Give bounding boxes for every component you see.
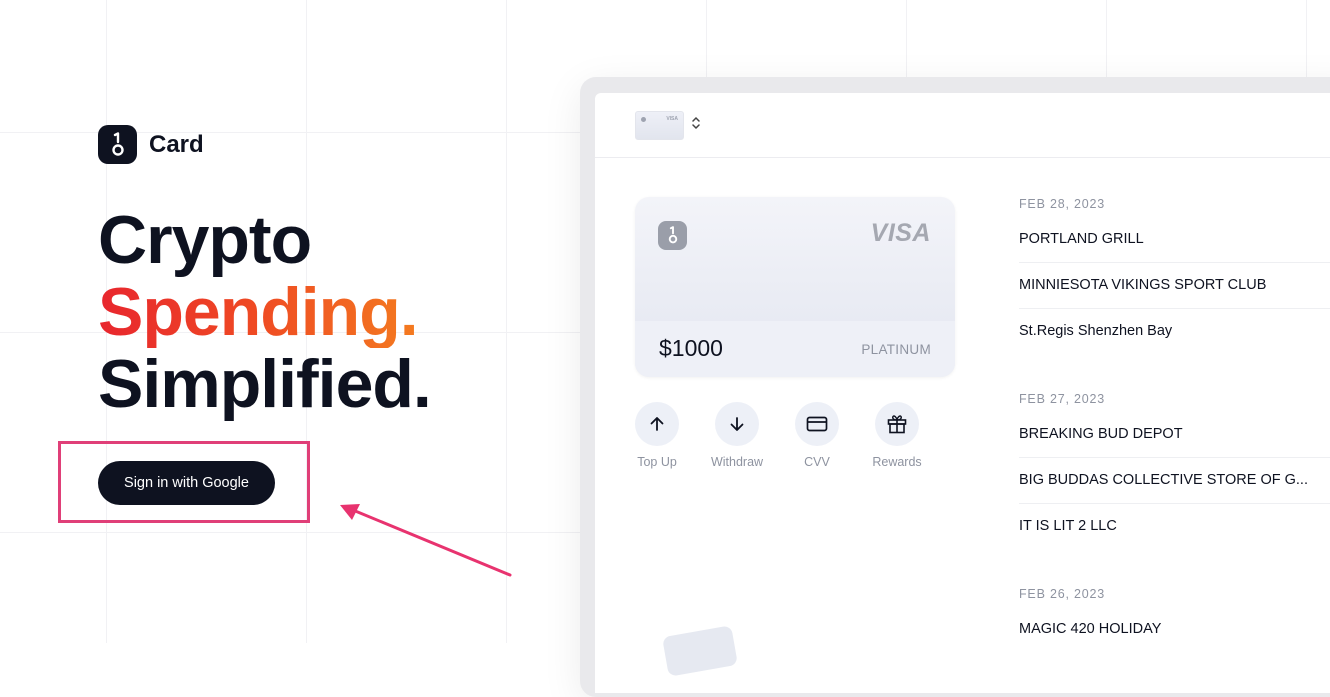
transaction-item[interactable]: BIG BUDDAS COLLECTIVE STORE OF G...	[1019, 458, 1330, 504]
transaction-date: FEB 26, 2023	[1019, 587, 1106, 601]
transaction-item[interactable]: MINNIESOTA VIKINGS SPORT CLUB	[1019, 263, 1330, 309]
transaction-item[interactable]: IT IS LIT 2 LLC	[1019, 504, 1330, 549]
transaction-group: FEB 27, 2023 BREAKING BUD DEPOT BIG BUDD…	[1019, 392, 1330, 549]
top-up-button[interactable]: Top Up	[635, 402, 679, 469]
cvv-label: CVV	[804, 455, 830, 469]
transaction-date: FEB 27, 2023	[1019, 392, 1106, 406]
withdraw-label: Withdraw	[710, 455, 764, 469]
partial-card-preview	[662, 625, 738, 677]
brand[interactable]: Card	[98, 125, 204, 164]
transaction-item[interactable]: BREAKING BUD DEPOT	[1019, 412, 1330, 458]
transaction-item[interactable]: MAGIC 420 HOLIDAY	[1019, 607, 1330, 652]
headline-line-1: Crypto	[98, 202, 312, 278]
credit-card-icon	[795, 402, 839, 446]
brand-name: Card	[149, 130, 204, 158]
annotation-arrow-icon	[340, 504, 512, 577]
arrow-up-icon	[635, 402, 679, 446]
card-footer: $1000 PLATINUM	[635, 321, 955, 377]
mini-card-chip	[641, 117, 646, 122]
transaction-item[interactable]: St.Regis Shenzhen Bay	[1019, 309, 1330, 354]
rewards-button[interactable]: Rewards	[872, 402, 922, 469]
gift-icon	[875, 402, 919, 446]
hero-headline: Crypto Spending. Simplified.	[98, 202, 432, 422]
mini-card-brand: VISA	[666, 116, 678, 122]
card-selector[interactable]: VISA	[635, 111, 684, 140]
top-up-label: Top Up	[637, 455, 677, 469]
sign-in-google-button[interactable]: Sign in with Google	[98, 461, 275, 505]
transaction-group: FEB 28, 2023 PORTLAND GRILL MINNIESOTA V…	[1019, 197, 1330, 354]
one-dot-logo-icon	[98, 125, 137, 164]
transaction-list: FEB 28, 2023 PORTLAND GRILL MINNIESOTA V…	[1019, 197, 1330, 690]
rewards-label: Rewards	[872, 455, 922, 469]
card-logo-icon	[658, 221, 687, 250]
app-screen: VISA VISA $1000 PLATINUM Top Up Withdraw…	[595, 93, 1330, 693]
app-topbar: VISA	[595, 93, 1330, 158]
headline-line-3: Simplified.	[98, 346, 432, 422]
withdraw-button[interactable]: Withdraw	[711, 402, 763, 469]
payment-card[interactable]: VISA $1000 PLATINUM	[635, 197, 955, 377]
transaction-group: FEB 26, 2023 MAGIC 420 HOLIDAY	[1019, 587, 1330, 652]
arrow-down-icon	[715, 402, 759, 446]
card-actions: Top Up Withdraw CVV Rewards	[635, 402, 922, 469]
chevron-up-down-icon[interactable]	[691, 115, 701, 131]
card-tier: PLATINUM	[861, 342, 931, 357]
card-brand: VISA	[870, 219, 931, 247]
cvv-button[interactable]: CVV	[795, 402, 839, 469]
transaction-date: FEB 28, 2023	[1019, 197, 1106, 211]
headline-line-2: Spending.	[98, 274, 419, 350]
transaction-item[interactable]: PORTLAND GRILL	[1019, 217, 1330, 263]
card-balance: $1000	[659, 335, 723, 361]
